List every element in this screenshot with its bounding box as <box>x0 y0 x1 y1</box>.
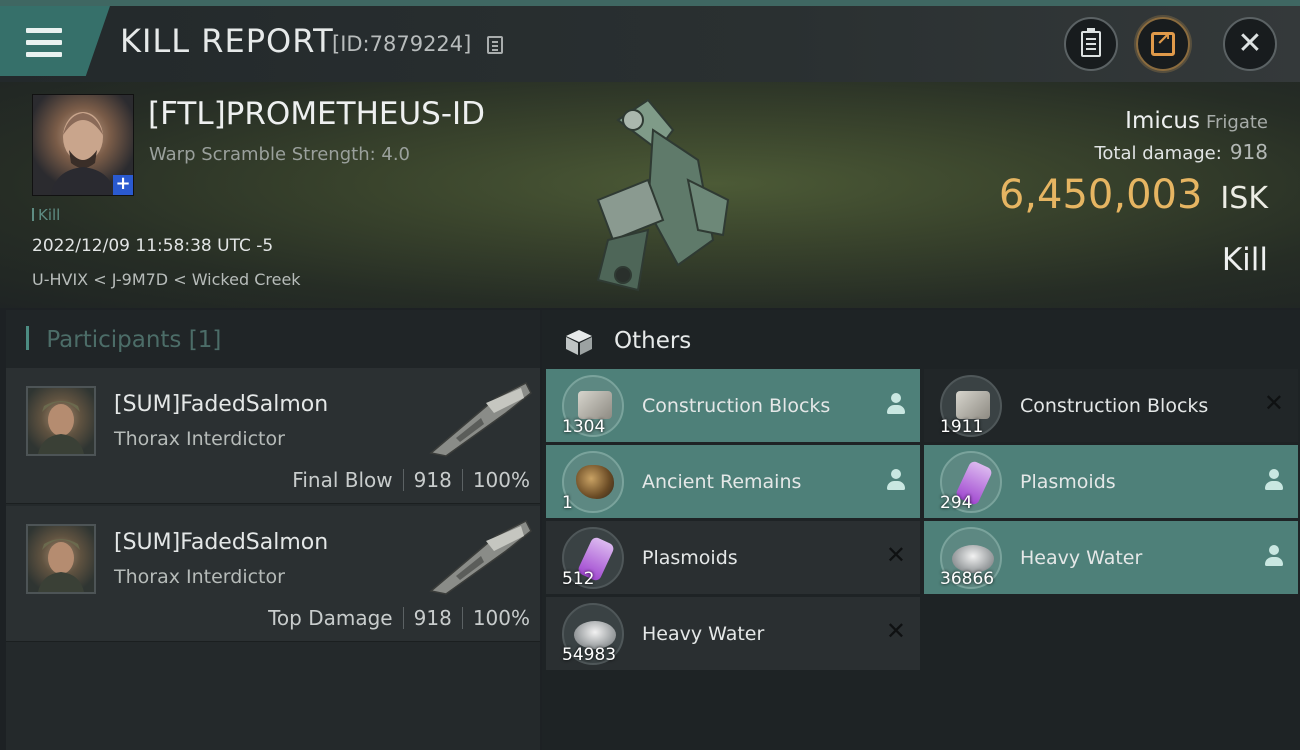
destroyed-x-icon: ✕ <box>1263 389 1284 417</box>
total-damage: Total damage: 918 <box>1094 140 1268 164</box>
participant-avatar[interactable] <box>26 386 96 456</box>
cube-icon <box>566 330 592 355</box>
copy-id-icon[interactable] <box>487 36 503 54</box>
participant-avatar[interactable] <box>26 524 96 594</box>
item-quantity: 36866 <box>940 569 995 589</box>
kill-location[interactable]: U-HVIX < J-9M7D < Wicked Creek <box>32 270 301 289</box>
clipboard-icon <box>1081 28 1101 57</box>
ship-name: Imicus <box>1125 108 1200 134</box>
item-plasmoids[interactable]: 294 Plasmoids <box>924 445 1298 518</box>
destroyed-x-icon: ✕ <box>885 541 906 569</box>
add-contact-icon[interactable]: + <box>113 175 133 195</box>
kill-datetime: 2022/12/09 11:58:38 UTC -5 <box>32 236 274 256</box>
dropped-person-icon <box>1264 545 1284 569</box>
item-heavy-water[interactable]: 36866 Heavy Water <box>924 521 1298 594</box>
victim-name[interactable]: [FTL]PROMETHEUS-ID <box>148 96 485 132</box>
victim-panel: + [FTL]PROMETHEUS-ID Warp Scramble Stren… <box>0 82 1300 308</box>
victim-ship-type[interactable]: Imicus Frigate <box>1125 108 1268 134</box>
participant-percent: 100% <box>472 468 530 492</box>
top-accent-line <box>0 0 1300 6</box>
item-name: Heavy Water <box>1020 547 1143 569</box>
others-panel: Others 1304 Construction Blocks 1911 Con… <box>542 310 1300 750</box>
item-name: Ancient Remains <box>642 471 802 493</box>
item-quantity: 1911 <box>940 417 984 437</box>
total-damage-label: Total damage: <box>1094 143 1222 164</box>
victim-subtitle: Warp Scramble Strength: 4.0 <box>149 144 411 165</box>
participants-title-text: Participants <box>46 327 182 353</box>
item-name: Plasmoids <box>1020 471 1116 493</box>
report-id: [ID:7879224] <box>332 32 472 56</box>
victim-ship-image <box>596 98 730 292</box>
close-icon: ✕ <box>1237 26 1263 61</box>
participant-ship: Thorax Interdictor <box>114 566 285 588</box>
destroyed-x-icon: ✕ <box>885 617 906 645</box>
participant-percent: 100% <box>472 606 530 630</box>
item-plasmoids[interactable]: 512 Plasmoids ✕ <box>546 521 920 594</box>
participants-panel: Participants [1] [SUM]FadedSalmon Thorax… <box>6 310 540 750</box>
participant-stats: Top Damage 918 100% <box>268 606 530 630</box>
item-construction-blocks[interactable]: 1304 Construction Blocks <box>546 369 920 442</box>
hamburger-menu-icon <box>26 28 62 58</box>
title-bar: KILL REPORT [ID:7879224] ✕ <box>0 0 1300 82</box>
victim-avatar[interactable]: + <box>32 94 134 196</box>
item-quantity: 512 <box>562 569 595 589</box>
participant-tag: Final Blow <box>292 468 393 492</box>
share-icon <box>1151 29 1175 56</box>
item-heavy-water[interactable]: 54983 Heavy Water ✕ <box>546 597 920 670</box>
item-name: Heavy Water <box>642 623 765 645</box>
ship-class: Frigate <box>1205 112 1268 133</box>
menu-button[interactable] <box>0 6 110 76</box>
others-title: Others <box>614 328 692 354</box>
item-name: Construction Blocks <box>1020 395 1209 417</box>
participant-ship-image <box>429 519 532 595</box>
others-header: Others <box>542 310 1300 368</box>
isk-value: 6,450,003 ISK <box>999 172 1268 218</box>
participant-ship-image <box>429 381 532 457</box>
participant-row[interactable]: [SUM]FadedSalmon Thorax Interdictor Fina… <box>6 368 540 504</box>
item-quantity: 1304 <box>562 417 606 437</box>
dropped-person-icon <box>886 469 906 493</box>
item-name: Construction Blocks <box>642 395 831 417</box>
isk-amount: 6,450,003 <box>998 172 1203 218</box>
kill-tag: Kill <box>32 206 60 224</box>
dropped-person-icon <box>886 393 906 417</box>
participant-row[interactable]: [SUM]FadedSalmon Thorax Interdictor Top … <box>6 506 540 642</box>
participant-portrait-icon <box>38 401 84 454</box>
participant-damage: 918 <box>413 468 452 492</box>
item-name: Plasmoids <box>642 547 738 569</box>
item-quantity: 1 <box>562 493 573 513</box>
total-damage-value: 918 <box>1229 140 1268 164</box>
participant-name[interactable]: [SUM]FadedSalmon <box>114 530 328 555</box>
participant-stats: Final Blow 918 100% <box>292 468 530 492</box>
item-quantity: 54983 <box>562 645 617 665</box>
participants-title: Participants [1] <box>26 326 221 353</box>
participant-tag: Top Damage <box>268 606 393 630</box>
item-ancient-remains[interactable]: 1 Ancient Remains <box>546 445 920 518</box>
item-construction-blocks[interactable]: 1911 Construction Blocks ✕ <box>924 369 1298 442</box>
page-title: KILL REPORT <box>120 22 334 60</box>
participants-count: [1] <box>188 327 222 353</box>
participant-portrait-icon <box>38 539 84 592</box>
isk-unit: ISK <box>1220 181 1268 216</box>
participant-name[interactable]: [SUM]FadedSalmon <box>114 392 328 417</box>
participant-ship: Thorax Interdictor <box>114 428 285 450</box>
share-button[interactable] <box>1136 17 1190 71</box>
kill-result: Kill <box>1221 242 1268 278</box>
close-button[interactable]: ✕ <box>1223 17 1277 71</box>
item-quantity: 294 <box>940 493 973 513</box>
participants-header: Participants [1] <box>6 310 540 368</box>
clipboard-button[interactable] <box>1064 17 1118 71</box>
participant-damage: 918 <box>413 606 452 630</box>
dropped-person-icon <box>1264 469 1284 493</box>
